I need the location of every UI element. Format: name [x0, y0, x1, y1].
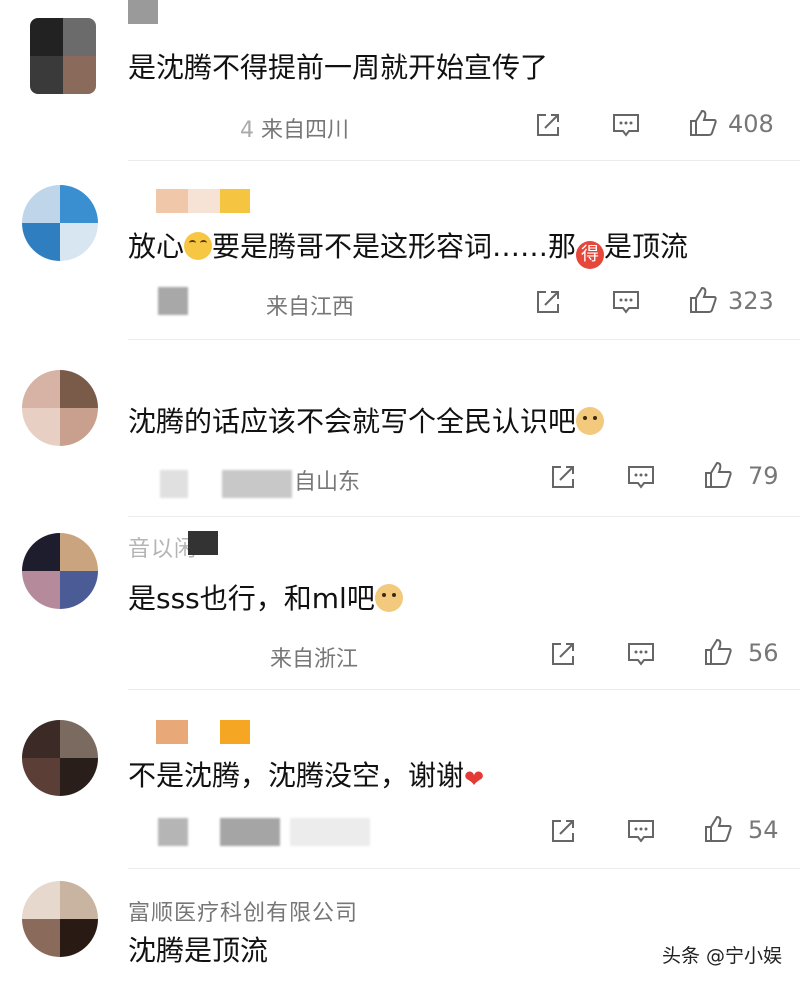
share-icon[interactable]	[548, 816, 578, 846]
avatar[interactable]	[22, 881, 98, 957]
comment-location: 来自浙江	[270, 647, 359, 672]
username[interactable]: 音以闲	[128, 531, 197, 563]
comment-text: 不是沈腾，沈腾没空，谢谢❤	[128, 758, 484, 797]
comment-meta: 自山东	[294, 464, 360, 496]
avatar[interactable]	[22, 720, 98, 796]
comment-icon[interactable]	[626, 816, 656, 846]
share-icon[interactable]	[533, 110, 563, 140]
time-redacted	[158, 818, 188, 846]
comment-text: 沈腾的话应该不会就写个全民认识吧	[128, 404, 605, 440]
heart-icon: ❤	[464, 765, 485, 793]
username-redacted	[220, 189, 250, 213]
avatar[interactable]	[22, 185, 98, 261]
doge-emoji-icon	[576, 407, 605, 435]
comment-meta: 来自江西	[266, 289, 354, 321]
comment-item: 放心 要是腾哥不是这形容词……那得是顶流 来自江西 323	[0, 161, 800, 339]
thumbs-up-icon[interactable]	[688, 108, 718, 138]
like-count: 79	[748, 462, 779, 490]
comment-text: 是sss也行，和ml吧	[128, 581, 403, 617]
comment-meta: 4 来自四川	[240, 112, 349, 144]
avatar[interactable]	[22, 533, 98, 609]
avatar[interactable]	[22, 370, 98, 446]
comment-text-part: 不是沈腾，沈腾没空，谢谢	[128, 759, 465, 792]
comment-icon[interactable]	[626, 462, 656, 492]
thumbs-up-icon[interactable]	[703, 814, 733, 844]
comment-meta: 来自浙江	[270, 641, 358, 673]
like-count: 408	[728, 110, 774, 138]
comment-text-part: 是顶流	[604, 230, 689, 263]
username-redacted	[188, 189, 220, 213]
comment-text-part: 要是腾哥不是这形容词……那	[212, 230, 577, 263]
comment-time: 4	[240, 118, 254, 143]
comment-icon[interactable]	[611, 287, 641, 317]
doge-emoji-icon	[374, 584, 403, 612]
username-redacted	[128, 0, 158, 24]
de-emoji-icon: 得	[576, 241, 605, 269]
thumbs-up-icon[interactable]	[703, 637, 733, 667]
laughing-emoji-icon	[184, 232, 213, 260]
like-count: 54	[748, 816, 779, 844]
comment-text: 是沈腾不得提前一周就开始宣传了	[128, 51, 549, 84]
share-icon[interactable]	[533, 287, 563, 317]
comment-item: 沈腾的话应该不会就写个全民认识吧 自山东 79	[0, 340, 800, 516]
comment-text: 沈腾是顶流	[128, 934, 269, 967]
like-count: 56	[748, 639, 779, 667]
username-redacted	[188, 531, 218, 555]
comment-text-part: 是sss也行，和ml吧	[128, 582, 375, 615]
comment-item: 是沈腾不得提前一周就开始宣传了 4 来自四川 408	[0, 0, 800, 160]
comment-icon[interactable]	[611, 110, 641, 140]
time-redacted	[158, 287, 188, 315]
time-redacted	[222, 470, 292, 498]
time-redacted	[160, 470, 188, 498]
location-redacted	[290, 818, 370, 846]
share-icon[interactable]	[548, 639, 578, 669]
comment-icon[interactable]	[626, 639, 656, 669]
watermark: 头条 @宁小娱	[657, 939, 786, 970]
username-redacted	[156, 189, 188, 213]
comment-text-part: 沈腾的话应该不会就写个全民认识吧	[128, 405, 577, 438]
comment-text-part: 放心	[128, 230, 185, 263]
time-redacted	[220, 818, 280, 846]
username-redacted	[220, 720, 250, 744]
username-redacted	[156, 720, 188, 744]
avatar[interactable]	[30, 18, 96, 94]
comment-location: 自山东	[294, 470, 361, 495]
thumbs-up-icon[interactable]	[703, 460, 733, 490]
thumbs-up-icon[interactable]	[688, 285, 718, 315]
comment-location: 来自四川	[261, 118, 350, 143]
share-icon[interactable]	[548, 462, 578, 492]
comment-item: 音以闲 是sss也行，和ml吧 来自浙江 56	[0, 517, 800, 689]
username[interactable]: 富顺医疗科创有限公司	[128, 895, 358, 927]
comment-item: 不是沈腾，沈腾没空，谢谢❤ 54	[0, 690, 800, 868]
like-count: 323	[728, 287, 774, 315]
comment-text: 放心 要是腾哥不是这形容词……那得是顶流	[128, 229, 688, 269]
comment-location: 来自江西	[266, 295, 355, 320]
